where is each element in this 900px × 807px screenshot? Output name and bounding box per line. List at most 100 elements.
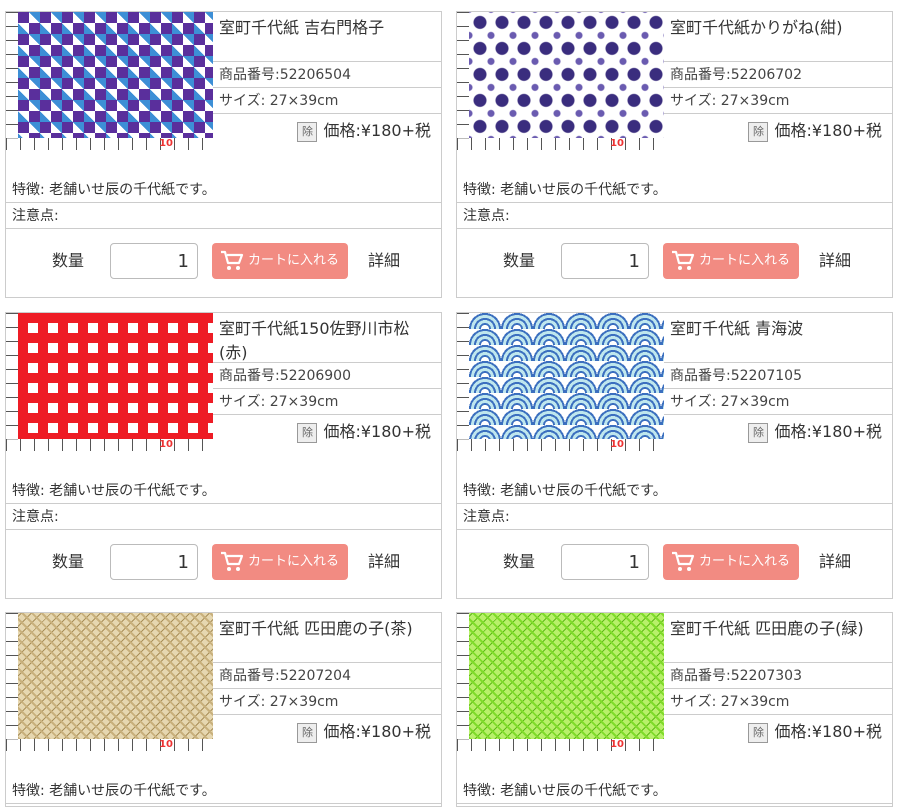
product-code: 商品番号:52206702	[664, 62, 892, 88]
tax-excluded-badge: 除	[297, 722, 318, 743]
product-price: 除価格:¥180+税	[664, 715, 892, 749]
price-text: 価格:¥180+税	[323, 422, 431, 441]
ruler-vertical	[457, 12, 469, 150]
product-code: 商品番号:52207204	[213, 663, 441, 689]
product-card: 10 室町千代紙150佐野川市松(赤) 商品番号:52206900 サイズ: 2…	[5, 312, 442, 599]
ruler-mark: 10	[610, 138, 624, 149]
ruler-mark: 10	[159, 138, 173, 149]
product-card: 10 室町千代紙 匹田鹿の子(緑) 商品番号:52207303 サイズ: 27×…	[456, 612, 893, 807]
product-size: サイズ: 27×39cm	[664, 88, 892, 114]
tax-excluded-badge: 除	[297, 121, 318, 142]
quantity-input[interactable]	[561, 243, 649, 279]
product-title[interactable]: 室町千代紙150佐野川市松(赤)	[213, 313, 441, 363]
add-to-cart-button[interactable]: カートに入れる	[663, 243, 799, 279]
cart-icon	[672, 551, 695, 571]
product-feature: 特徴: 老舗いせ辰の千代紙です。	[6, 778, 441, 804]
ruler-mark: 10	[610, 739, 624, 750]
product-thumbnail[interactable]: 10	[457, 313, 664, 451]
product-card: 10 室町千代紙 青海波 商品番号:52207105 サイズ: 27×39cm …	[456, 312, 893, 599]
quantity-label: 数量	[52, 552, 85, 571]
pattern-image	[469, 313, 664, 439]
ruler-horizontal	[6, 739, 213, 751]
product-thumbnail[interactable]: 10	[6, 313, 213, 451]
product-feature: 特徴: 老舗いせ辰の千代紙です。	[457, 177, 892, 203]
product-code: 商品番号:52206504	[213, 62, 441, 88]
product-title[interactable]: 室町千代紙 青海波	[664, 313, 892, 363]
cart-icon	[221, 551, 244, 571]
ruler-horizontal	[6, 138, 213, 150]
ruler-horizontal	[6, 439, 213, 451]
tax-excluded-badge: 除	[748, 722, 769, 743]
product-feature: 特徴: 老舗いせ辰の千代紙です。	[6, 177, 441, 203]
pattern-image	[18, 12, 213, 138]
product-title[interactable]: 室町千代紙かりがね(紺)	[664, 12, 892, 62]
price-text: 価格:¥180+税	[323, 722, 431, 741]
pattern-image	[18, 613, 213, 739]
product-thumbnail[interactable]: 10	[6, 12, 213, 150]
detail-link[interactable]: 詳細	[368, 249, 400, 273]
quantity-label: 数量	[503, 251, 536, 270]
product-price: 除価格:¥180+税	[213, 715, 441, 749]
add-to-cart-button[interactable]: カートに入れる	[212, 544, 348, 580]
detail-link[interactable]: 詳細	[819, 249, 851, 273]
pattern-image	[18, 313, 213, 439]
product-card: 10 室町千代紙 吉右門格子 商品番号:52206504 サイズ: 27×39c…	[5, 11, 442, 298]
quantity-input[interactable]	[110, 243, 198, 279]
product-title[interactable]: 室町千代紙 匹田鹿の子(茶)	[213, 613, 441, 663]
product-thumbnail[interactable]: 10	[457, 613, 664, 751]
product-thumbnail[interactable]: 10	[457, 12, 664, 150]
product-notice: 注意点:	[457, 203, 892, 229]
quantity-input[interactable]	[110, 544, 198, 580]
ruler-mark: 10	[159, 739, 173, 750]
ruler-vertical	[457, 313, 469, 451]
ruler-vertical	[6, 12, 18, 150]
product-title[interactable]: 室町千代紙 吉右門格子	[213, 12, 441, 62]
product-notice: 注意点:	[6, 504, 441, 530]
ruler-vertical	[6, 613, 18, 751]
ruler-horizontal	[457, 739, 664, 751]
price-text: 価格:¥180+税	[774, 722, 882, 741]
add-to-cart-label: カートに入れる	[248, 554, 340, 569]
add-to-cart-label: カートに入れる	[699, 554, 791, 569]
product-code: 商品番号:52207105	[664, 363, 892, 389]
quantity-label: 数量	[503, 552, 536, 571]
product-feature: 特徴: 老舗いせ辰の千代紙です。	[457, 778, 892, 804]
product-card: 10 室町千代紙かりがね(紺) 商品番号:52206702 サイズ: 27×39…	[456, 11, 893, 298]
ruler-vertical	[6, 313, 18, 451]
price-text: 価格:¥180+税	[774, 422, 882, 441]
product-price: 除価格:¥180+税	[664, 415, 892, 449]
product-price: 除価格:¥180+税	[213, 415, 441, 449]
quantity-label: 数量	[52, 251, 85, 270]
product-feature: 特徴: 老舗いせ辰の千代紙です。	[457, 478, 892, 504]
product-code: 商品番号:52206900	[213, 363, 441, 389]
tax-excluded-badge: 除	[297, 422, 318, 443]
ruler-vertical	[457, 613, 469, 751]
add-to-cart-button[interactable]: カートに入れる	[212, 243, 348, 279]
pattern-image	[469, 613, 664, 739]
product-size: サイズ: 27×39cm	[213, 389, 441, 415]
detail-link[interactable]: 詳細	[368, 550, 400, 574]
product-notice: 注意点:	[6, 203, 441, 229]
product-title[interactable]: 室町千代紙 匹田鹿の子(緑)	[664, 613, 892, 663]
product-notice: 注意点:	[457, 504, 892, 530]
product-code: 商品番号:52207303	[664, 663, 892, 689]
product-size: サイズ: 27×39cm	[213, 88, 441, 114]
pattern-image	[469, 12, 664, 138]
cart-icon	[672, 250, 695, 270]
ruler-horizontal	[457, 439, 664, 451]
product-card: 10 室町千代紙 匹田鹿の子(茶) 商品番号:52207204 サイズ: 27×…	[5, 612, 442, 807]
product-size: サイズ: 27×39cm	[664, 389, 892, 415]
product-size: サイズ: 27×39cm	[664, 689, 892, 715]
tax-excluded-badge: 除	[748, 422, 769, 443]
product-thumbnail[interactable]: 10	[6, 613, 213, 751]
detail-link[interactable]: 詳細	[819, 550, 851, 574]
cart-icon	[221, 250, 244, 270]
add-to-cart-button[interactable]: カートに入れる	[663, 544, 799, 580]
price-text: 価格:¥180+税	[774, 121, 882, 140]
ruler-mark: 10	[159, 439, 173, 450]
add-to-cart-label: カートに入れる	[248, 253, 340, 268]
ruler-horizontal	[457, 138, 664, 150]
quantity-input[interactable]	[561, 544, 649, 580]
product-price: 除価格:¥180+税	[213, 114, 441, 148]
add-to-cart-label: カートに入れる	[699, 253, 791, 268]
